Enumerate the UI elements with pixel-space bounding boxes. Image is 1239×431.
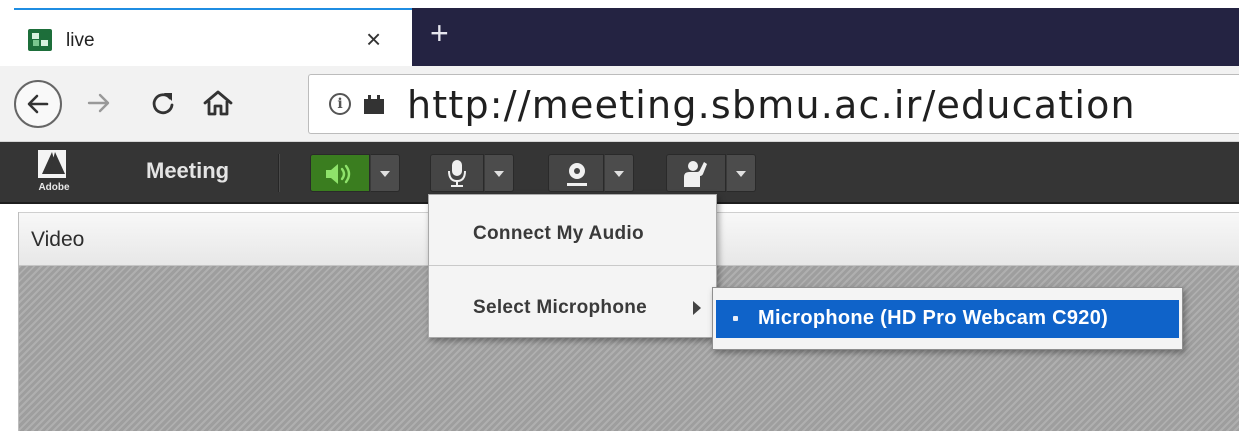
browser-navbar: i http://meeting.sbmu.ac.ir/education bbox=[0, 66, 1239, 142]
select-microphone-submenu: Microphone (HD Pro Webcam C920) bbox=[712, 287, 1183, 350]
submenu-item-microphone-hd-pro-webcam-c920[interactable]: Microphone (HD Pro Webcam C920) bbox=[716, 300, 1179, 338]
forward-button[interactable] bbox=[84, 88, 114, 123]
menu-item-label: Connect My Audio bbox=[473, 223, 644, 244]
reload-icon bbox=[152, 93, 174, 115]
microphone-dropdown-button[interactable] bbox=[484, 154, 514, 192]
menu-separator bbox=[429, 265, 716, 266]
speaker-dropdown-button[interactable] bbox=[370, 154, 400, 192]
home-icon bbox=[203, 90, 233, 116]
raise-hand-icon bbox=[684, 161, 707, 187]
selected-bullet-icon bbox=[733, 316, 738, 321]
adobe-logo-text: Adobe bbox=[38, 182, 70, 193]
speaker-icon bbox=[326, 164, 351, 184]
page-status-icon[interactable] bbox=[363, 93, 385, 115]
submenu-arrow-icon bbox=[693, 301, 701, 315]
adobe-logo: Adobe bbox=[34, 150, 72, 196]
url-text: http://meeting.sbmu.ac.ir/education bbox=[407, 83, 1136, 127]
speaker-button[interactable] bbox=[310, 154, 370, 192]
menu-item-select-microphone[interactable]: Select Microphone bbox=[429, 277, 716, 337]
address-bar[interactable]: i http://meeting.sbmu.ac.ir/education bbox=[308, 74, 1239, 134]
home-button[interactable] bbox=[202, 88, 234, 123]
toolbar-divider bbox=[278, 154, 280, 192]
connection-icon bbox=[364, 95, 384, 114]
video-pod-title: Video bbox=[31, 228, 85, 251]
submenu-item-label: Microphone (HD Pro Webcam C920) bbox=[758, 307, 1109, 329]
tab-close-icon[interactable]: × bbox=[366, 26, 381, 52]
new-tab-icon[interactable]: + bbox=[430, 17, 449, 49]
webcam-dropdown-button[interactable] bbox=[604, 154, 634, 192]
status-button[interactable] bbox=[666, 154, 726, 192]
meeting-menu[interactable]: Meeting bbox=[146, 158, 229, 184]
reload-button[interactable] bbox=[148, 88, 178, 123]
browser-tab[interactable]: live × bbox=[14, 8, 412, 66]
adobe-connect-favicon-icon bbox=[28, 29, 52, 51]
status-dropdown-button[interactable] bbox=[726, 154, 756, 192]
microphone-menu: Connect My Audio Select Microphone bbox=[428, 194, 717, 338]
menu-item-connect-my-audio[interactable]: Connect My Audio bbox=[429, 203, 716, 263]
webcam-button[interactable] bbox=[548, 154, 604, 192]
tab-title: live bbox=[66, 30, 95, 51]
browser-tabstrip: live × + bbox=[0, 0, 1239, 66]
webcam-icon bbox=[567, 163, 587, 186]
arrow-left-icon bbox=[27, 94, 49, 114]
microphone-icon bbox=[448, 160, 466, 187]
microphone-button[interactable] bbox=[430, 154, 484, 192]
info-icon[interactable]: i bbox=[329, 93, 351, 115]
menu-item-label: Select Microphone bbox=[473, 297, 648, 318]
tabstrip-background bbox=[412, 8, 1239, 66]
adobe-logo-icon bbox=[38, 150, 66, 178]
arrow-right-icon bbox=[87, 93, 110, 113]
back-button[interactable] bbox=[14, 80, 62, 128]
